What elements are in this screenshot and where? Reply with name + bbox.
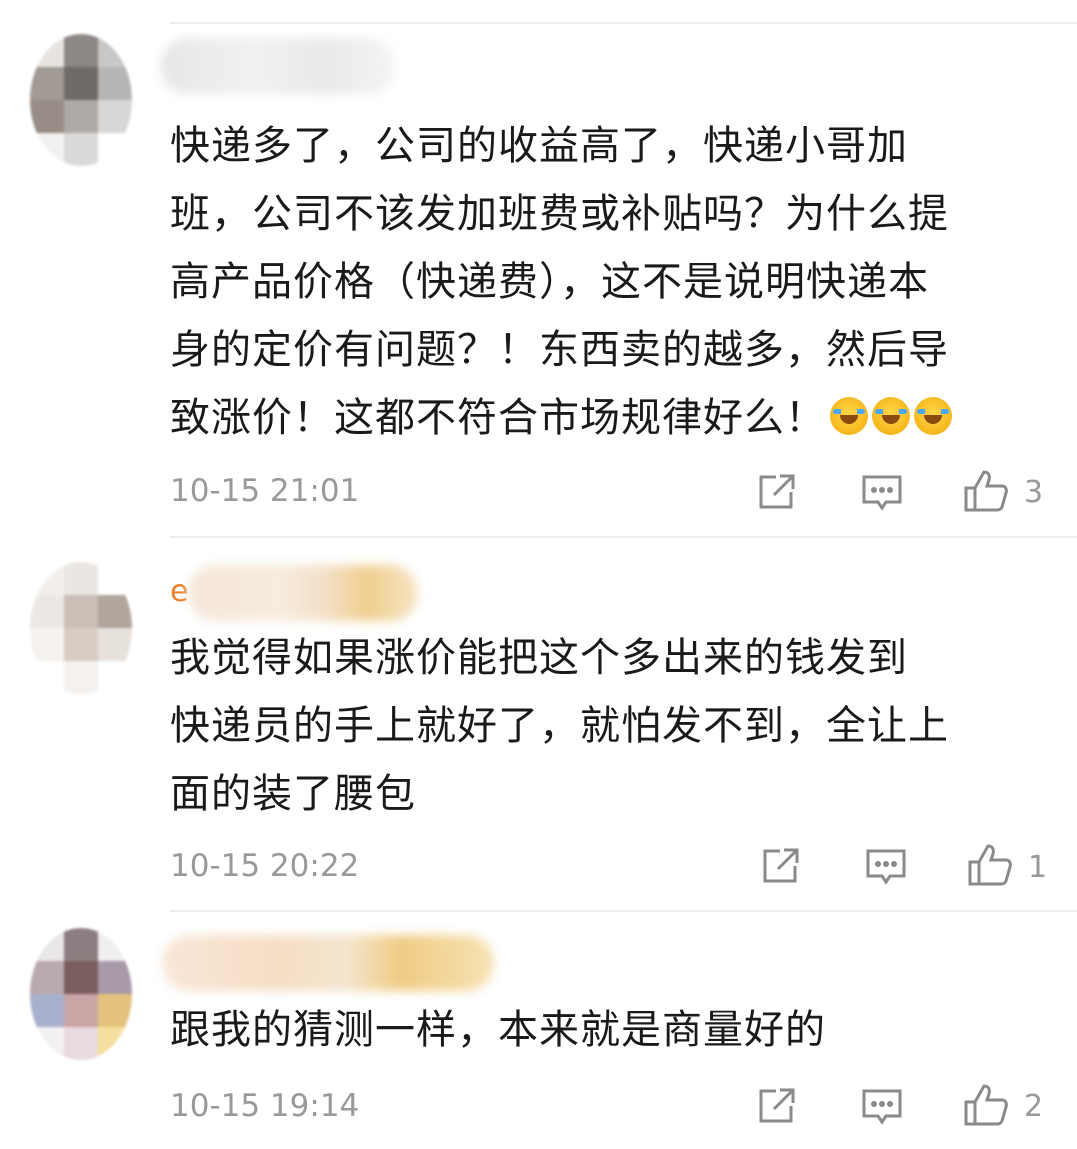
username-blurred[interactable]: [162, 935, 494, 991]
like-count: 3: [1024, 475, 1044, 510]
avatar[interactable]: [30, 34, 132, 166]
laugh-cry-emoji-icon: [914, 397, 952, 435]
laugh-cry-emoji-icon: [872, 397, 910, 435]
username[interactable]: e: [170, 574, 188, 609]
like-button[interactable]: [962, 468, 1010, 514]
share-icon: [759, 1088, 795, 1123]
timestamp: 10-15 20:22: [170, 848, 360, 884]
comment-divider: [170, 536, 1077, 538]
username-blurred[interactable]: [160, 38, 395, 94]
comment-icon: [862, 475, 902, 511]
top-divider: [170, 22, 1077, 24]
thumbs-up-icon: [964, 470, 1008, 512]
reply-button[interactable]: [860, 1086, 904, 1128]
avatar[interactable]: [30, 928, 132, 1060]
avatar[interactable]: [30, 562, 132, 694]
like-button[interactable]: [966, 842, 1014, 888]
laugh-cry-emoji-icon: [830, 397, 868, 435]
share-button[interactable]: [756, 472, 798, 512]
thumbs-up-icon: [968, 844, 1012, 886]
comment-text: 我觉得如果涨价能把这个多出来的钱发到 快递员的手上就好了，就怕发不到，全让上 面…: [170, 635, 949, 817]
reply-button[interactable]: [864, 846, 908, 888]
comment-icon: [862, 1089, 902, 1125]
thumbs-up-icon: [964, 1084, 1008, 1126]
share-icon: [763, 848, 799, 883]
like-button[interactable]: [962, 1082, 1010, 1128]
comment-text: 跟我的猜测一样，本来就是商量好的: [170, 1007, 826, 1053]
like-count: 1: [1028, 850, 1048, 885]
username-blurred[interactable]: [188, 565, 418, 621]
share-button[interactable]: [756, 1086, 798, 1126]
share-button[interactable]: [760, 846, 802, 886]
timestamp: 10-15 19:14: [170, 1088, 360, 1124]
comment-icon: [866, 849, 906, 885]
reply-button[interactable]: [860, 472, 904, 514]
share-icon: [759, 474, 795, 509]
timestamp: 10-15 21:01: [170, 473, 360, 509]
comment-divider: [170, 910, 1077, 912]
like-count: 2: [1024, 1089, 1044, 1124]
comment-text: 快递多了，公司的收益高了，快递小哥加 班，公司不该发加班费或补贴吗？为什么提 高…: [170, 112, 1050, 452]
